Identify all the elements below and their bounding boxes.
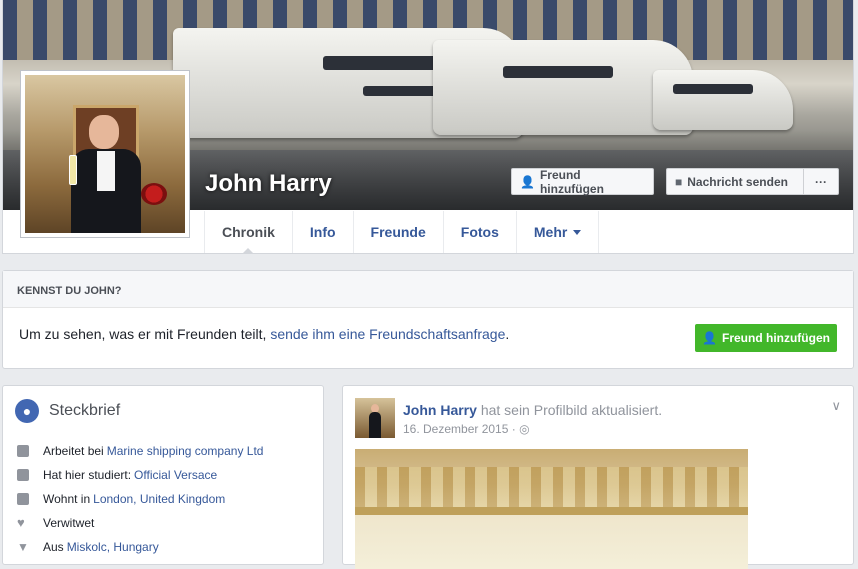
tab-label: Freunde	[370, 224, 426, 240]
profile-photo	[25, 75, 185, 233]
location-pin-icon: ▼	[17, 540, 29, 554]
tab-info[interactable]: Info	[293, 211, 354, 253]
intro-item-residence: Wohnt in London, United Kingdom	[15, 492, 225, 506]
profile-tabs: Chronik Info Freunde Fotos Mehr	[204, 211, 600, 254]
tab-label: Fotos	[460, 224, 499, 240]
chevron-down-icon[interactable]: ∨	[831, 398, 841, 414]
intro-item-link[interactable]: London, United Kingdom	[93, 492, 225, 506]
ceiling-ornament	[355, 467, 748, 507]
add-friend-label: Freund hinzufügen	[539, 167, 604, 196]
intro-item-text: Verwitwet	[43, 516, 95, 530]
add-friend-icon: 👤	[702, 331, 717, 345]
send-friend-request-link[interactable]: sende ihm eine Freundschaftsanfrage	[270, 326, 505, 342]
intro-card: ● Steckbrief Arbeitet bei Marine shippin…	[2, 385, 324, 565]
message-icon: ■	[675, 174, 683, 189]
intro-item-link[interactable]: Miskolc, Hungary	[67, 540, 159, 554]
post-date-link[interactable]: 16. Dezember 2015 ·	[403, 422, 519, 436]
friend-request-prompt: KENNST DU JOHN? Um zu sehen, was er mit …	[2, 270, 854, 369]
add-friend-button[interactable]: 👤 Freund hinzufügen	[511, 167, 654, 196]
post-header: John Harry hat sein Profilbild aktualisi…	[403, 402, 662, 418]
prompt-text: Um zu sehen, was er mit Freunden teilt, …	[19, 326, 509, 342]
post-action-text: hat sein Profilbild aktualisiert.	[480, 402, 663, 418]
tab-fotos[interactable]: Fotos	[444, 211, 517, 253]
prompt-text-prefix: Um zu sehen, was er mit Freunden teilt,	[19, 326, 271, 342]
intro-item-work: Arbeitet bei Marine shipping company Ltd	[15, 444, 263, 458]
intro-item-relationship: ♥ Verwitwet	[15, 516, 94, 530]
timeline-post: John Harry hat sein Profilbild aktualisi…	[342, 385, 854, 569]
profile-picture[interactable]	[20, 70, 190, 238]
globe-icon: ●	[15, 399, 39, 423]
post-author-link[interactable]: John Harry	[403, 402, 477, 418]
more-dots-icon: ···	[815, 174, 827, 189]
briefcase-icon	[17, 445, 29, 457]
add-friend-icon: 👤	[520, 174, 535, 189]
graduation-cap-icon	[17, 469, 29, 481]
heart-icon: ♥	[17, 515, 25, 530]
home-icon	[17, 493, 29, 505]
intro-item-education: Hat hier studiert: Official Versace	[15, 468, 217, 482]
tab-label: Mehr	[533, 224, 568, 240]
send-message-button[interactable]: ■ Nachricht senden	[666, 168, 803, 195]
prompt-text-suffix: .	[505, 326, 510, 342]
intro-item-link[interactable]: Official Versace	[134, 468, 217, 482]
tab-mehr[interactable]: Mehr	[517, 211, 600, 253]
intro-item-text: Hat hier studiert:	[43, 468, 132, 482]
tab-label: Info	[309, 224, 336, 240]
profile-header: John Harry 👤 Freund hinzufügen ■ Nachric…	[2, 0, 854, 254]
intro-item-text: Wohnt in	[43, 492, 91, 506]
intro-header: ● Steckbrief	[15, 399, 120, 423]
prompt-header: KENNST DU JOHN?	[3, 271, 853, 308]
tab-label: Chronik	[222, 224, 275, 240]
ceiling-cornice	[355, 507, 748, 515]
yacht	[653, 70, 793, 130]
send-message-label: Nachricht senden	[687, 174, 788, 189]
tab-chronik[interactable]: Chronik	[205, 211, 293, 254]
profile-name[interactable]: John Harry	[205, 170, 332, 198]
post-author-avatar[interactable]	[355, 398, 395, 438]
post-photo[interactable]	[355, 449, 748, 569]
intro-title: Steckbrief	[49, 402, 121, 419]
intro-item-text: Aus	[43, 540, 64, 554]
add-friend-green-button[interactable]: 👤 Freund hinzufügen	[695, 324, 837, 352]
intro-item-text: Arbeitet bei	[43, 444, 104, 458]
intro-item-hometown: ▼ Aus Miskolc, Hungary	[15, 540, 159, 554]
post-meta: 16. Dezember 2015 · ◎	[403, 422, 530, 436]
chevron-down-icon	[573, 229, 582, 235]
add-friend-label: Freund hinzufügen	[721, 331, 830, 345]
intro-item-link[interactable]: Marine shipping company Ltd	[107, 444, 264, 458]
globe-icon: ◎	[519, 422, 530, 436]
more-options-button[interactable]: ···	[803, 168, 839, 195]
tab-freunde[interactable]: Freunde	[354, 211, 444, 253]
